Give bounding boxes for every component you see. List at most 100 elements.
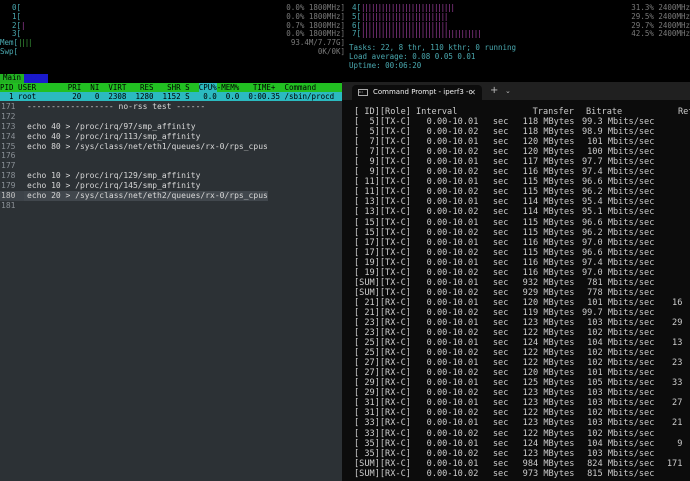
id-role: [ 5][TX-C] bbox=[354, 127, 411, 138]
memory-meter-label: Mem bbox=[0, 38, 14, 48]
interval: 0.00-10.02 bbox=[426, 147, 479, 158]
cpu-meter-bar: | bbox=[21, 20, 26, 30]
table-row: [ 35][RX-C] 0.00-10.02 sec 123 MBytes 103 M… bbox=[354, 449, 690, 459]
interval: 0.00-10.01 bbox=[426, 418, 479, 429]
editor-line[interactable]: 172 bbox=[0, 112, 342, 122]
editor-line[interactable]: 171 ------------------ no-rss test ------ bbox=[0, 102, 342, 112]
unit: sec bbox=[492, 167, 509, 178]
table-row: [ 29][RX-C] 0.00-10.02 sec 123 MBytes 103 M… bbox=[354, 388, 690, 398]
unit: sec bbox=[492, 137, 509, 148]
sort-column-cpu[interactable]: CPU% bbox=[198, 83, 217, 92]
bitrate: 101 Mbits/sec bbox=[581, 368, 655, 379]
swap-meter-value: 0K/0K] bbox=[317, 47, 345, 56]
transfer: 973 MBytes bbox=[522, 468, 575, 479]
interval: 0.00-10.01 bbox=[426, 117, 479, 128]
unit: sec bbox=[492, 418, 509, 429]
bitrate: 102 Mbits/sec bbox=[581, 328, 655, 339]
tab-main[interactable]: Main bbox=[0, 73, 25, 83]
retr: 13 bbox=[666, 338, 683, 349]
unit: sec bbox=[492, 157, 509, 168]
editor-line[interactable]: 175 echo 80 > /sys/class/net/eth1/queues/… bbox=[0, 142, 342, 152]
bitrate: 102 Mbits/sec bbox=[581, 348, 655, 359]
id-role: [ 27][RX-C] bbox=[354, 358, 411, 369]
interval: 0.00-10.01 bbox=[426, 217, 479, 228]
close-tab-icon[interactable]: ✕ bbox=[469, 85, 476, 100]
retr: 33 bbox=[666, 378, 683, 389]
bitrate: 102 Mbits/sec bbox=[581, 428, 655, 439]
transfer: 120 MBytes bbox=[522, 368, 575, 379]
unit: sec bbox=[492, 147, 509, 158]
interval: 0.00-10.02 bbox=[426, 127, 479, 138]
transfer: 116 MBytes bbox=[522, 257, 575, 268]
interval: 0.00-10.01 bbox=[426, 137, 479, 148]
tab-command-prompt[interactable]: C:\ Command Prompt - iperf3 -c ✕ bbox=[352, 85, 482, 100]
line-number: 172 bbox=[1, 111, 16, 121]
id-role: [ 13][TX-C] bbox=[354, 197, 411, 208]
editor-line[interactable]: 178 echo 10 > /proc/irq/129/smp_affinity bbox=[0, 171, 342, 181]
table-row: [ 7][TX-C] 0.00-10.01 sec 120 MBytes 101 Mb… bbox=[354, 137, 690, 147]
bracket: [ bbox=[16, 11, 22, 21]
editor-line[interactable]: 181 bbox=[0, 201, 342, 211]
chevron-down-icon[interactable]: ⌄ bbox=[505, 82, 511, 100]
bitrate: 97.4 Mbits/sec bbox=[581, 167, 655, 178]
tab-io[interactable]: I/O bbox=[24, 73, 48, 83]
column-header: Bitrate bbox=[586, 107, 623, 117]
interval: 0.00-10.01 bbox=[426, 177, 479, 188]
unit: sec bbox=[492, 388, 509, 399]
transfer: 117 MBytes bbox=[522, 157, 575, 168]
editor-line[interactable]: 176 bbox=[0, 151, 342, 161]
editor-line[interactable]: 174 echo 40 > /proc/irq/113/smp_affinity bbox=[0, 132, 342, 142]
retr: 9 bbox=[666, 438, 683, 449]
editor-line[interactable]: 173 echo 40 > /proc/irq/97/smp_affinity bbox=[0, 122, 342, 132]
editor-line[interactable]: 177 bbox=[0, 161, 342, 171]
line-text bbox=[24, 201, 27, 211]
transfer: 124 MBytes bbox=[522, 438, 575, 449]
unit: sec bbox=[492, 257, 509, 268]
transfer: 119 MBytes bbox=[522, 307, 575, 318]
process-table-header[interactable]: PID USER PRI NI VIRT RES SHR S CPU%-MEM%… bbox=[0, 83, 345, 92]
interval: 0.00-10.02 bbox=[426, 328, 479, 339]
id-role: [ 33][RX-C] bbox=[354, 428, 411, 439]
unit: sec bbox=[492, 207, 509, 218]
id-role: [ 27][RX-C] bbox=[354, 368, 411, 379]
retr: 27 bbox=[666, 398, 683, 409]
bitrate: 103 Mbits/sec bbox=[581, 388, 655, 399]
interval: 0.00-10.02 bbox=[426, 408, 479, 419]
table-row: [SUM][RX-C] 0.00-10.01 sec 984 MBytes 824 M… bbox=[354, 459, 690, 469]
table-header: [ ID][Role] Interval Transfer Bitrate Retr bbox=[354, 107, 690, 117]
id-role: [ 33][RX-C] bbox=[354, 418, 411, 429]
interval: 0.00-10.01 bbox=[426, 277, 479, 288]
transfer: 114 MBytes bbox=[522, 197, 575, 208]
bitrate: 102 Mbits/sec bbox=[581, 408, 655, 419]
unit: sec bbox=[492, 468, 509, 479]
unit: sec bbox=[492, 277, 509, 288]
new-tab-button[interactable]: + bbox=[490, 82, 498, 100]
editor-line[interactable]: 180 echo 20 > /sys/class/net/eth2/queues/… bbox=[0, 191, 342, 201]
text-editor[interactable]: 171 ------------------ no-rss test ------… bbox=[0, 101, 342, 481]
bracket: [ bbox=[16, 3, 22, 12]
bitrate: 101 Mbits/sec bbox=[581, 297, 655, 308]
interval: 0.00-10.02 bbox=[426, 348, 479, 359]
interval: 0.00-10.02 bbox=[426, 227, 479, 238]
bitrate: 96.2 Mbits/sec bbox=[581, 187, 655, 198]
id-role: [ 19][TX-C] bbox=[354, 267, 411, 278]
transfer: 123 MBytes bbox=[522, 317, 575, 328]
interval: 0.00-10.02 bbox=[426, 307, 479, 318]
id-role: [ 31][RX-C] bbox=[354, 398, 411, 409]
editor-line[interactable]: 179 echo 10 > /proc/irq/145/smp_affinity bbox=[0, 181, 342, 191]
unit: sec bbox=[492, 328, 509, 339]
transfer: 116 MBytes bbox=[522, 167, 575, 178]
table-row: [ 5][TX-C] 0.00-10.02 sec 118 MBytes 98.9 Mb… bbox=[354, 127, 690, 137]
tab-bar: C:\ Command Prompt - iperf3 -c ✕ + ⌄ bbox=[342, 82, 690, 100]
process-row[interactable]: 1 root 20 0 2308 1280 1152 S 0.0 0.0 0:0… bbox=[0, 92, 345, 101]
line-text bbox=[24, 151, 27, 161]
id-role: [ 11][TX-C] bbox=[354, 187, 411, 198]
id-role: [ 25][RX-C] bbox=[354, 338, 411, 349]
id-role: [SUM][RX-C] bbox=[354, 468, 411, 479]
id-role: [ 23][RX-C] bbox=[354, 328, 411, 339]
bitrate: 96.6 Mbits/sec bbox=[581, 177, 655, 188]
bitrate: 99.7 Mbits/sec bbox=[581, 307, 655, 318]
interval: 0.00-10.02 bbox=[426, 267, 479, 278]
interval: 0.00-10.02 bbox=[426, 247, 479, 258]
interval: 0.00-10.01 bbox=[426, 438, 479, 449]
